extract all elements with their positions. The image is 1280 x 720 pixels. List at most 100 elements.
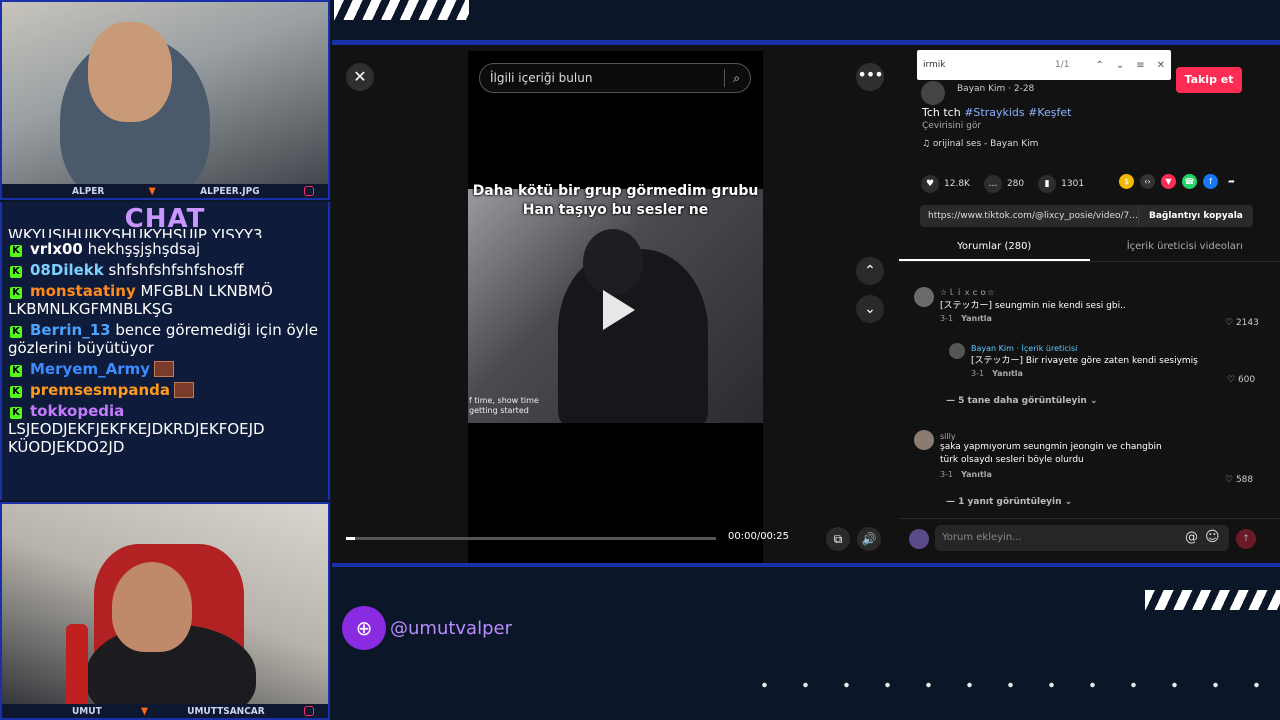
mention-icon[interactable]: @	[1185, 530, 1198, 545]
video-caption: Daha kötü bir grup görmedim grubu Han ta…	[472, 183, 759, 218]
related-search-input[interactable]: İlgili içeriği bulun ⌕	[479, 63, 751, 93]
cam-name-left: UMUT	[72, 705, 102, 717]
embed-icon[interactable]: ‹›	[1140, 174, 1155, 189]
desc-hashtags[interactable]: #Straykids #Keşfet	[964, 106, 1071, 119]
reply-button[interactable]: Yanıtla	[961, 314, 992, 323]
video-person-head	[583, 229, 643, 295]
send-comment-button[interactable]: ↑	[1236, 529, 1256, 549]
kick-icon: K	[10, 365, 22, 377]
kick-icon: K	[10, 266, 22, 278]
find-next-icon[interactable]: ⌄	[1116, 60, 1124, 71]
search-icon[interactable]: ⌕	[733, 71, 740, 86]
user-avatar	[909, 529, 929, 549]
chat-cut-line: WKYUSIHUIKYSHUKYHSUIP YISYY3	[8, 226, 263, 238]
facebook-icon[interactable]: f	[1203, 174, 1218, 189]
frame-line-bottom	[332, 563, 1280, 567]
author-info[interactable]: Bayan Kim · 2-28	[957, 84, 1034, 94]
webcam-top: ALPER ▼ ALPEER.JPG	[0, 0, 330, 200]
comment-like-count: 2143	[1235, 318, 1259, 328]
chat-message: Kmonstaatiny MFGBLN LKNBMÖ LKBMNLKGFMNBL…	[8, 282, 322, 318]
comment-meta: 3-1 Yanıtla	[940, 314, 1126, 323]
comment-stat[interactable]: … 280	[983, 175, 1025, 193]
webcam-bottom: UMUT ▼ UMUTTSANCAR	[0, 502, 330, 720]
reply-button[interactable]: Yanıtla	[992, 369, 1023, 378]
find-in-page-bar[interactable]: irmik 1/1 ⌃ ⌄ ≡ ✕	[917, 50, 1171, 80]
comment-like[interactable]: ♡ 588	[1225, 475, 1253, 485]
copy-link-button[interactable]: Bağlantıyı kopyala	[1137, 205, 1253, 227]
kick-icon: K	[10, 287, 22, 299]
chat-text: shfshfshfshfshosff	[108, 261, 244, 279]
translate-link[interactable]: Çevirisini gör	[922, 121, 981, 131]
chat-message: K Meryem_Army	[8, 360, 322, 378]
arrow-icon: ▼	[148, 185, 156, 197]
find-input[interactable]: irmik	[923, 60, 946, 70]
comment-author[interactable]: Bayan Kim · İçerik üreticisi	[971, 344, 1198, 353]
volume-icon[interactable]: 🔊	[857, 527, 881, 551]
cam-name-right: ALPEER.JPG	[200, 185, 260, 197]
video-progress-bar[interactable]	[346, 537, 716, 540]
commenter-avatar[interactable]	[914, 287, 934, 307]
whatsapp-icon[interactable]: ☎	[1182, 174, 1197, 189]
instagram-icon	[303, 706, 314, 716]
next-video-button[interactable]: ⌄	[856, 295, 884, 323]
more-options-button[interactable]: •••	[856, 63, 884, 91]
find-count: 1/1	[1054, 60, 1070, 70]
comment-icon[interactable]: …	[983, 175, 1002, 193]
arrow-icon: ▼	[140, 705, 148, 717]
chat-text: LSJEODJEKFJEKFKEJDKRDJEKFOEJD KÜODJEKDO2…	[8, 420, 265, 456]
share-arrow-icon[interactable]: ➦	[1224, 174, 1239, 189]
previous-video-button[interactable]: ⌃	[856, 257, 884, 285]
commenter-avatar[interactable]	[914, 430, 934, 450]
coin-icon[interactable]: $	[1119, 174, 1134, 189]
send-icon[interactable]: ▼	[1161, 174, 1176, 189]
view-replies[interactable]: — 1 yanıt görüntüleyin ⌄	[946, 497, 1072, 507]
microphone	[66, 624, 88, 714]
sound-link[interactable]: ♫ orijinal ses - Bayan Kim	[922, 139, 1038, 149]
close-button[interactable]: ✕	[346, 63, 374, 91]
decorative-dot-grid	[744, 664, 1274, 708]
kick-icon: K	[10, 326, 22, 338]
find-close-icon[interactable]: ✕	[1157, 60, 1165, 71]
find-options-icon[interactable]: ≡	[1136, 60, 1144, 71]
tab-creator-videos[interactable]: İçerik üreticisi videoları	[1090, 234, 1280, 261]
follow-button[interactable]: Takip et	[1176, 67, 1242, 93]
streamer-head	[88, 22, 172, 122]
view-more-replies[interactable]: — 5 tane daha görüntüleyin ⌄	[946, 396, 1098, 406]
cam-name-left: ALPER	[72, 185, 105, 197]
comment-like-count: 600	[1237, 375, 1256, 385]
chat-username: monstaatiny	[30, 282, 136, 300]
comment-count: 280	[1006, 179, 1025, 189]
subtitle-line: f time, show time	[469, 396, 539, 405]
comment-text: [ステッカー] Bir rivayete göre zaten kendi se…	[971, 356, 1198, 366]
commenter-avatar[interactable]	[949, 343, 965, 359]
play-icon[interactable]	[603, 290, 635, 330]
comment-reply: Bayan Kim · İçerik üreticisi [ステッカー] Bir…	[971, 344, 1198, 378]
comment-text: şaka yapmıyorum seungmin jeongin ve chan…	[940, 442, 1162, 465]
comment-meta: 3-1 Yanıtla	[940, 470, 1180, 479]
reply-button[interactable]: Yanıtla	[961, 470, 992, 479]
heart-icon[interactable]: ♥	[921, 175, 939, 193]
save-stat[interactable]: ▮ 1301	[1038, 175, 1084, 193]
search-placeholder: İlgili içeriği bulun	[490, 71, 593, 85]
chat-message: Kvrlx00 hekhşşjşhşdsaj	[8, 240, 322, 258]
tiktok-viewer: ✕ ••• İlgili içeriği bulun ⌕ Daha kötü b…	[332, 45, 1280, 563]
comment-like-count: 588	[1235, 475, 1254, 485]
tab-comments[interactable]: Yorumlar (280)	[899, 234, 1090, 261]
chat-message: K 08Dilekk shfshfshfshfshosff	[8, 261, 322, 279]
chat-username: tokkopedia	[30, 402, 125, 420]
emoji-icon[interactable]: ☺	[1205, 529, 1220, 545]
comment-item: silly şaka yapmıyorum seungmin jeongin v…	[940, 432, 1180, 479]
comment-like[interactable]: ♡ 600	[1227, 375, 1255, 385]
chat-panel: CHAT WKYUSIHUIKYSHUKYHSUIP YISYY3 Kvrlx0…	[0, 202, 330, 500]
bookmark-icon[interactable]: ▮	[1038, 175, 1057, 193]
cam-name-right: UMUTTSANCAR	[187, 705, 265, 717]
comment-like[interactable]: ♡ 2143	[1225, 318, 1259, 328]
author-avatar[interactable]	[921, 81, 945, 105]
instagram-icon	[304, 186, 314, 196]
comment-author[interactable]: silly	[940, 432, 1180, 441]
picture-in-picture-icon[interactable]: ⧉	[826, 527, 850, 551]
comment-author[interactable]: ☆ｌｉｘｃｏ☆	[940, 287, 1126, 298]
comment-item: ☆ｌｉｘｃｏ☆ [ステッカー] seungmin nie kendi sesi …	[940, 287, 1126, 323]
find-prev-icon[interactable]: ⌃	[1095, 60, 1103, 71]
like-stat[interactable]: ♥ 12.8K	[921, 175, 970, 193]
